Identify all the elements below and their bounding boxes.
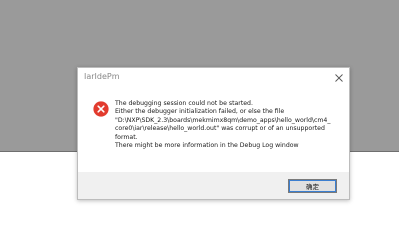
close-button[interactable] <box>332 71 346 85</box>
dialog-content: The debugging session could not be start… <box>78 89 349 173</box>
ok-button[interactable]: 确定 <box>288 179 337 193</box>
close-icon <box>335 74 343 82</box>
message-line: format. <box>115 133 138 141</box>
error-icon <box>93 101 109 117</box>
message-line: Either the debugger initialization faile… <box>115 108 285 116</box>
message-line: The debugging session could not be start… <box>115 100 253 107</box>
dialog-footer: 确定 <box>78 172 349 199</box>
message-line: There might be more information in the D… <box>115 142 299 150</box>
error-message: The debugging session could not be start… <box>115 100 343 150</box>
error-dialog: IarIdePm The debugging session could not… <box>77 67 350 200</box>
dialog-titlebar[interactable]: IarIdePm <box>78 68 349 88</box>
message-line: core0\iar\release\hello_world.out" was c… <box>115 125 325 133</box>
message-line: "D:\NXP\SDK_2.3\boards\mekmimx8qm\demo_a… <box>115 116 331 124</box>
dialog-title: IarIdePm <box>84 72 120 81</box>
